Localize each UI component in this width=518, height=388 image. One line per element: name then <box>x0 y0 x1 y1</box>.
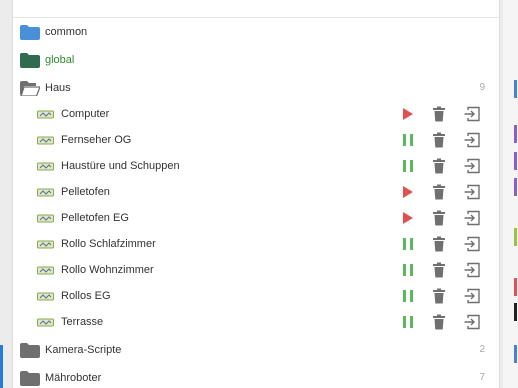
folder-icon <box>20 25 40 40</box>
folder-name: Mähroboter <box>45 372 102 384</box>
trash-icon[interactable] <box>431 210 447 226</box>
left-edge-accent <box>0 345 3 388</box>
javascript-file-icon <box>37 240 54 249</box>
script-tree-panel: common global Haus 9 Computer Fernseher … <box>12 0 500 388</box>
folder-icon <box>20 53 40 68</box>
play-icon[interactable] <box>400 106 416 122</box>
move-to-icon[interactable] <box>464 314 480 330</box>
script-row[interactable]: Rollo Schlafzimmer <box>13 231 499 257</box>
move-to-icon[interactable] <box>464 184 480 200</box>
move-to-icon[interactable] <box>464 236 480 252</box>
trash-icon[interactable] <box>431 158 447 174</box>
javascript-file-icon <box>37 188 54 197</box>
script-name: Rollo Schlafzimmer <box>61 238 156 250</box>
folder-name: Kamera-Scripte <box>45 344 122 356</box>
pause-icon[interactable] <box>400 236 416 252</box>
script-name: Terrasse <box>61 316 104 328</box>
script-row[interactable]: Rollo Wohnzimmer <box>13 257 499 283</box>
script-row[interactable]: Haustüre und Schuppen <box>13 153 499 179</box>
trash-icon[interactable] <box>431 236 447 252</box>
trash-icon[interactable] <box>431 262 447 278</box>
side-marker <box>514 80 517 98</box>
pause-icon[interactable] <box>400 158 416 174</box>
folder-row-haus[interactable]: Haus 9 <box>13 75 499 101</box>
script-row[interactable]: Pelletofen <box>13 179 499 205</box>
side-marker <box>514 228 517 246</box>
right-side-strip <box>503 0 518 388</box>
move-to-icon[interactable] <box>464 288 480 304</box>
script-count: 9 <box>479 82 485 93</box>
script-name: Rollos EG <box>61 290 111 302</box>
script-count: 7 <box>479 372 485 383</box>
side-marker <box>514 303 517 321</box>
folder-icon <box>20 371 40 386</box>
script-name: Computer <box>61 108 110 120</box>
folder-row-kamera-scripte[interactable]: Kamera-Scripte 2 <box>13 337 499 363</box>
side-marker <box>514 278 517 296</box>
move-to-icon[interactable] <box>464 158 480 174</box>
folder-row-common[interactable]: common <box>13 19 499 45</box>
play-icon[interactable] <box>400 210 416 226</box>
script-name: Haustüre und Schuppen <box>61 160 180 172</box>
trash-icon[interactable] <box>431 184 447 200</box>
folder-name: global <box>45 54 75 66</box>
folder-open-icon <box>20 81 40 96</box>
script-row[interactable]: Fernseher OG <box>13 127 499 153</box>
javascript-file-icon <box>37 214 54 223</box>
trash-icon[interactable] <box>431 132 447 148</box>
javascript-file-icon <box>37 136 54 145</box>
folder-row-global[interactable]: global <box>13 47 499 73</box>
folder-icon <box>20 343 40 358</box>
trash-icon[interactable] <box>431 288 447 304</box>
javascript-file-icon <box>37 266 54 275</box>
script-name: Fernseher OG <box>61 134 132 146</box>
folder-name: common <box>45 26 88 38</box>
tree-header-strip <box>13 0 499 18</box>
script-name: Rollo Wohnzimmer <box>61 264 154 276</box>
pause-icon[interactable] <box>400 262 416 278</box>
side-marker <box>514 345 517 363</box>
script-row[interactable]: Computer <box>13 101 499 127</box>
script-row[interactable]: Pelletofen EG <box>13 205 499 231</box>
javascript-file-icon <box>37 110 54 119</box>
script-row[interactable]: Rollos EG <box>13 283 499 309</box>
trash-icon[interactable] <box>431 314 447 330</box>
folder-row-maehroboter[interactable]: Mähroboter 7 <box>13 365 499 388</box>
side-marker <box>514 178 517 196</box>
move-to-icon[interactable] <box>464 106 480 122</box>
script-row[interactable]: Terrasse <box>13 309 499 335</box>
trash-icon[interactable] <box>431 106 447 122</box>
move-to-icon[interactable] <box>464 132 480 148</box>
side-marker <box>514 152 517 170</box>
side-marker <box>514 125 517 143</box>
pause-icon[interactable] <box>400 132 416 148</box>
javascript-file-icon <box>37 292 54 301</box>
move-to-icon[interactable] <box>464 210 480 226</box>
move-to-icon[interactable] <box>464 262 480 278</box>
folder-name: Haus <box>45 82 71 94</box>
javascript-file-icon <box>37 318 54 327</box>
script-count: 2 <box>479 344 485 355</box>
javascript-file-icon <box>37 162 54 171</box>
pause-icon[interactable] <box>400 288 416 304</box>
script-name: Pelletofen EG <box>61 212 129 224</box>
pause-icon[interactable] <box>400 314 416 330</box>
script-name: Pelletofen <box>61 186 110 198</box>
play-icon[interactable] <box>400 184 416 200</box>
